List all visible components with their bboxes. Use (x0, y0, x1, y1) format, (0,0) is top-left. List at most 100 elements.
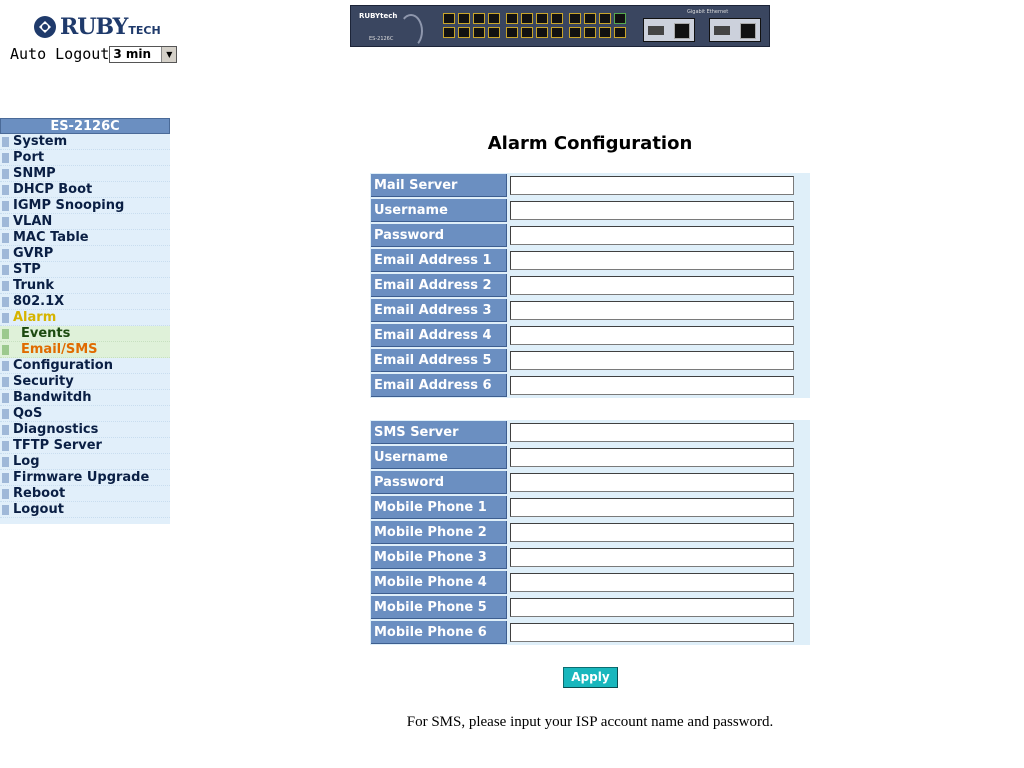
sms-row-username: Username (370, 445, 810, 470)
email-input-email-address-5[interactable] (510, 351, 794, 370)
sms-label-mobile-phone-5: Mobile Phone 5 (371, 596, 507, 619)
email-settings-table: Mail Server Username Password Email Address… (370, 173, 810, 398)
page-title: Alarm Configuration (487, 133, 693, 154)
device-ge-label: Gigabit Ethernet (687, 9, 729, 15)
apply-button[interactable]: Apply (563, 667, 618, 688)
sidebar-item-snmp[interactable]: SNMP (0, 166, 170, 182)
sidebar-item-igmp-snooping[interactable]: IGMP Snooping (0, 198, 170, 214)
gigabit-port-module-icon (643, 18, 695, 42)
sidebar-item-802-1x[interactable]: 802.1X (0, 294, 170, 310)
email-row-email-address-1: Email Address 1 (370, 248, 810, 273)
sidebar-item-vlan[interactable]: VLAN (0, 214, 170, 230)
ethernet-port-icon (488, 13, 500, 24)
sms-row-password: Password (370, 470, 810, 495)
sms-row-mobile-phone-4: Mobile Phone 4 (370, 570, 810, 595)
email-label-email-address-6: Email Address 6 (371, 374, 507, 397)
sidebar-item-alarm[interactable]: Alarm (0, 310, 170, 326)
logo-text: RUBY (60, 14, 128, 40)
sms-input-mobile-phone-6[interactable] (510, 623, 794, 642)
gigabit-port-module-icon (709, 18, 761, 42)
ethernet-port-icon (506, 27, 518, 38)
port-group (569, 13, 626, 38)
sms-input-sms-server[interactable] (510, 423, 794, 442)
sms-input-mobile-phone-5[interactable] (510, 598, 794, 617)
device-model: ES-2126C (369, 36, 394, 42)
ethernet-port-icon (584, 27, 596, 38)
sms-input-password[interactable] (510, 473, 794, 492)
sms-row-sms-server: SMS Server (370, 420, 810, 445)
sms-input-username[interactable] (510, 448, 794, 467)
sidebar-item-port[interactable]: Port (0, 150, 170, 166)
dropdown-arrow-icon[interactable]: ▼ (161, 46, 177, 62)
ethernet-port-icon (473, 27, 485, 38)
sidebar-item-bandwitdh[interactable]: Bandwitdh (0, 390, 170, 406)
device-brand: RUBYtech (359, 12, 398, 20)
sms-settings-table: SMS Server Username Password Mobile Phone 1… (370, 420, 810, 645)
email-label-email-address-5: Email Address 5 (371, 349, 507, 372)
sidebar-item-diagnostics[interactable]: Diagnostics (0, 422, 170, 438)
sms-input-mobile-phone-3[interactable] (510, 548, 794, 567)
email-input-username[interactable] (510, 201, 794, 220)
email-row-email-address-3: Email Address 3 (370, 298, 810, 323)
ethernet-port-icon (521, 27, 533, 38)
sidebar-subitem-email-sms[interactable]: Email/SMS (0, 342, 170, 358)
auto-logout-select[interactable]: 3 min ▼ (109, 45, 178, 63)
ethernet-port-icon (458, 13, 470, 24)
auto-logout-label: Auto Logout (10, 45, 110, 63)
sidebar-item-dhcp-boot[interactable]: DHCP Boot (0, 182, 170, 198)
sms-row-mobile-phone-2: Mobile Phone 2 (370, 520, 810, 545)
sidebar-item-stp[interactable]: STP (0, 262, 170, 278)
email-row-email-address-4: Email Address 4 (370, 323, 810, 348)
sidebar-item-logout[interactable]: Logout (0, 502, 170, 518)
ethernet-port-icon (599, 27, 611, 38)
email-label-mail-server: Mail Server (371, 174, 507, 197)
sms-input-mobile-phone-2[interactable] (510, 523, 794, 542)
sidebar-item-trunk[interactable]: Trunk (0, 278, 170, 294)
sms-label-mobile-phone-2: Mobile Phone 2 (371, 521, 507, 544)
switch-front-panel-image: RUBYtech ES-2126C Gigabit Ethernet (350, 5, 770, 48)
sms-input-mobile-phone-4[interactable] (510, 573, 794, 592)
email-input-email-address-1[interactable] (510, 251, 794, 270)
port-group (443, 13, 500, 38)
email-input-email-address-3[interactable] (510, 301, 794, 320)
sms-label-username: Username (371, 446, 507, 469)
ethernet-port-icon (536, 13, 548, 24)
ethernet-port-icon (443, 13, 455, 24)
sidebar-item-log[interactable]: Log (0, 454, 170, 470)
sms-label-mobile-phone-3: Mobile Phone 3 (371, 546, 507, 569)
email-input-email-address-6[interactable] (510, 376, 794, 395)
sms-label-sms-server: SMS Server (371, 421, 507, 444)
sidebar-subitem-events[interactable]: Events (0, 326, 170, 342)
rubytech-logo: RUBY TECH (34, 12, 161, 42)
sidebar-item-reboot[interactable]: Reboot (0, 486, 170, 502)
logo-emblem-icon (34, 16, 56, 38)
sms-row-mobile-phone-5: Mobile Phone 5 (370, 595, 810, 620)
email-input-email-address-2[interactable] (510, 276, 794, 295)
sidebar-item-mac-table[interactable]: MAC Table (0, 230, 170, 246)
sidebar-item-security[interactable]: Security (0, 374, 170, 390)
sidebar-item-system[interactable]: System (0, 134, 170, 150)
sms-input-mobile-phone-1[interactable] (510, 498, 794, 517)
email-input-password[interactable] (510, 226, 794, 245)
ethernet-port-icon (458, 27, 470, 38)
sidebar-menu: ES-2126C System Port SNMP DHCP Boot IGMP Sno… (0, 118, 170, 524)
port-bank (443, 13, 626, 38)
sms-note: For SMS, please input your ISP account n… (406, 714, 774, 730)
email-input-email-address-4[interactable] (510, 326, 794, 345)
email-label-email-address-3: Email Address 3 (371, 299, 507, 322)
ethernet-port-icon (536, 27, 548, 38)
auto-logout: Auto Logout 3 min ▼ (10, 45, 178, 63)
sidebar-item-configuration[interactable]: Configuration (0, 358, 170, 374)
sidebar-item-tftp-server[interactable]: TFTP Server (0, 438, 170, 454)
ethernet-port-icon (584, 13, 596, 24)
email-input-mail-server[interactable] (510, 176, 794, 195)
sidebar-item-gvrp[interactable]: GVRP (0, 246, 170, 262)
auto-logout-value: 3 min (113, 46, 152, 61)
sidebar-footer (0, 518, 170, 524)
email-row-mail-server: Mail Server (370, 173, 810, 198)
sms-row-mobile-phone-1: Mobile Phone 1 (370, 495, 810, 520)
sidebar-item-firmware-upgrade[interactable]: Firmware Upgrade (0, 470, 170, 486)
panel-swirl-icon (399, 14, 423, 48)
ethernet-port-icon (551, 13, 563, 24)
sidebar-item-qos[interactable]: QoS (0, 406, 170, 422)
